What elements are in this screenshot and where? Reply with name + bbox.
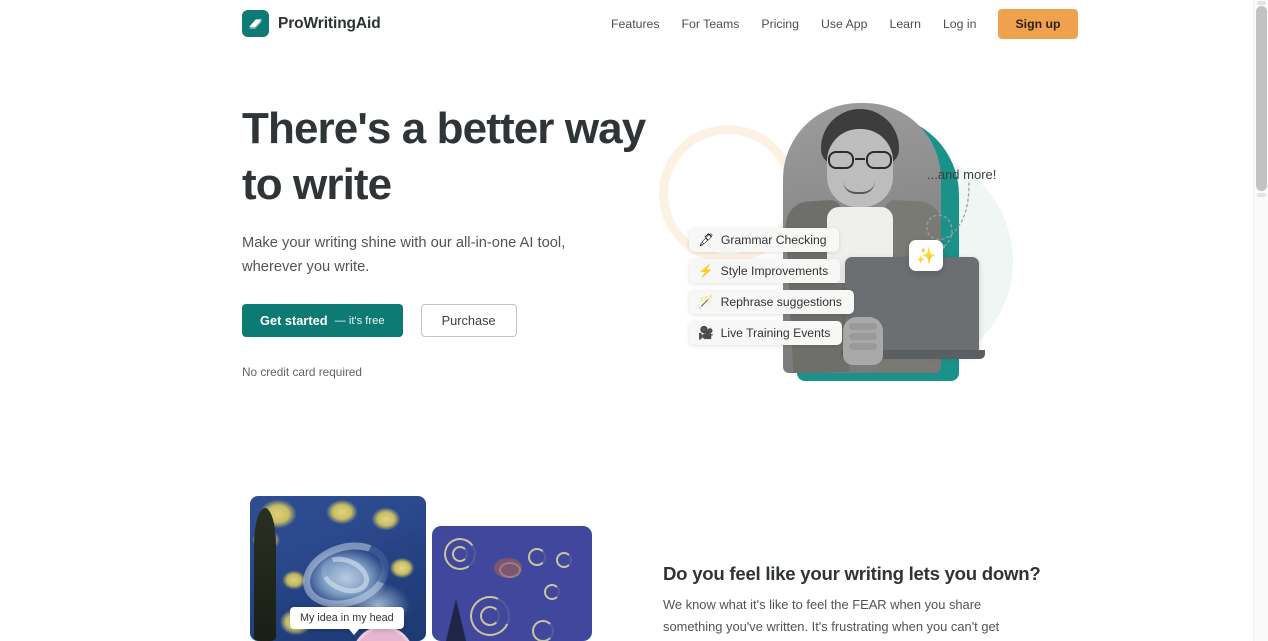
nav-log-in[interactable]: Log in <box>932 17 988 31</box>
scrollbar-thumb[interactable] <box>1256 6 1267 191</box>
feature-pill-style-improvements: ⚡ Style Improvements <box>689 259 841 283</box>
nav-learn[interactable]: Learn <box>878 17 931 31</box>
feature-label-style-improvements: Style Improvements <box>720 264 829 278</box>
feature-pill-live-training-events: 🎥 Live Training Events <box>689 321 843 345</box>
feature-pill-grammar-checking: 🖋 Grammar Checking <box>689 228 839 252</box>
quill-pen-icon: 🖋 <box>698 232 714 247</box>
no-credit-card-note: No credit card required <box>242 365 362 379</box>
hero-cta-row: Get started — it's free Purchase <box>242 304 517 337</box>
section2-illustration: My idea in my head <box>242 496 592 641</box>
sign-up-button[interactable]: Sign up <box>998 9 1078 39</box>
scrollbar-cap-bottom <box>1257 193 1266 197</box>
glasses-icon <box>827 151 893 169</box>
section2-body: We know what it's like to feel the FEAR … <box>663 597 1000 635</box>
and-more-annotation: ...and more! <box>927 167 997 182</box>
hero-subtitle: Make your writing shine with our all-in-… <box>242 235 566 275</box>
magic-wand-icon: 🪄 <box>698 294 714 309</box>
hero-title: There's a better way to write <box>242 104 646 209</box>
sparkles-icon: ✨ <box>909 240 943 271</box>
brand-logo-link[interactable]: ProWritingAid <box>242 10 381 37</box>
my-idea-tooltip: My idea in my head <box>290 607 404 635</box>
site-header: ProWritingAid Features For Teams Pricing… <box>0 0 1253 48</box>
nav-for-teams[interactable]: For Teams <box>671 17 751 31</box>
nav-pricing[interactable]: Pricing <box>750 17 810 31</box>
nav-features[interactable]: Features <box>600 17 671 31</box>
feature-label-rephrase-suggestions: Rephrase suggestions <box>720 295 842 309</box>
feature-pill-list: 🖋 Grammar Checking ⚡ Style Improvements … <box>689 228 854 345</box>
book-pages-icon <box>242 10 269 37</box>
lightning-bolt-icon: ⚡ <box>698 263 714 278</box>
hero-illustration: ✨ ...and more! 🖋 Grammar Checking ⚡ Styl… <box>655 95 1025 395</box>
get-started-button[interactable]: Get started — it's free <box>242 304 403 337</box>
brand-name: ProWritingAid <box>278 14 381 32</box>
scrollbar-cap-top <box>1257 1 1266 5</box>
nav-use-app[interactable]: Use App <box>810 17 879 31</box>
feature-label-grammar-checking: Grammar Checking <box>720 233 827 247</box>
page-root: ProWritingAid Features For Teams Pricing… <box>0 0 1268 641</box>
feature-label-live-training-events: Live Training Events <box>720 326 831 340</box>
cypress-tree-shape <box>254 508 276 641</box>
movie-camera-icon: 🎥 <box>698 325 714 340</box>
get-started-free-note: — it's free <box>334 314 385 327</box>
page-scrollbar[interactable] <box>1253 0 1268 641</box>
kid-red-blob <box>494 558 522 578</box>
childlike-painting-image <box>432 526 592 641</box>
section2-title: Do you feel like your writing lets you d… <box>663 563 1041 584</box>
main-navigation: Features For Teams Pricing Use App Learn… <box>600 0 1078 48</box>
kid-cypress-shape <box>446 599 466 641</box>
purchase-button[interactable]: Purchase <box>420 304 517 337</box>
get-started-label: Get started <box>260 313 328 328</box>
feature-pill-rephrase-suggestions: 🪄 Rephrase suggestions <box>689 290 854 314</box>
